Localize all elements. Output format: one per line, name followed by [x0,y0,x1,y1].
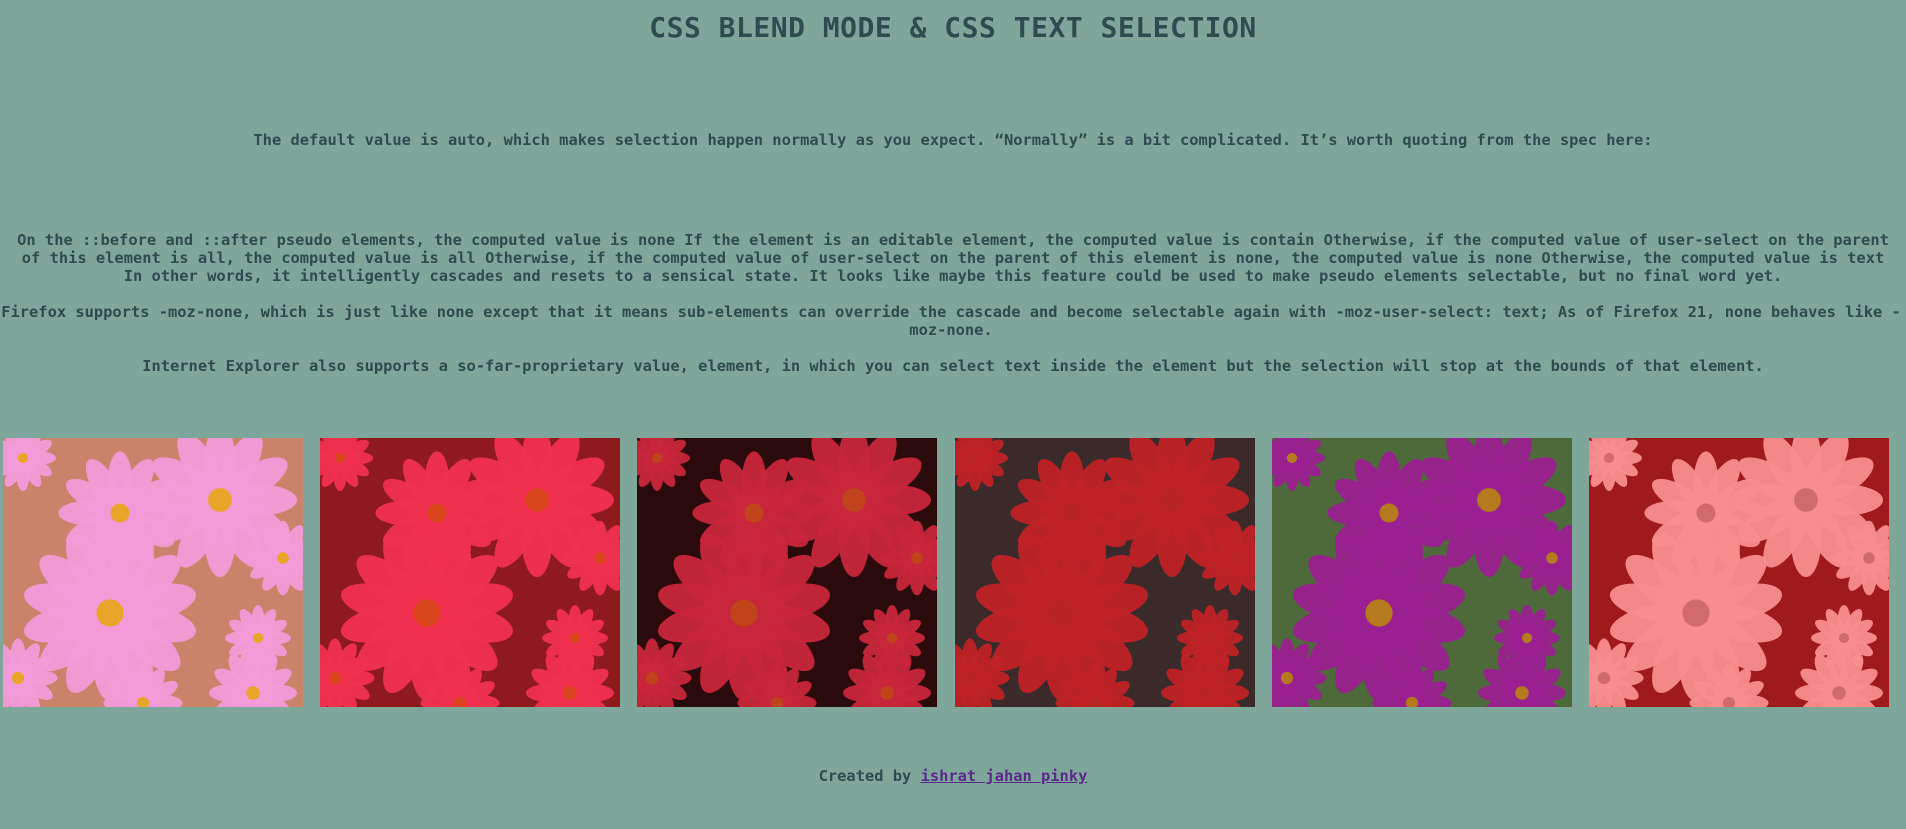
spec-quote-paragraph: On the ::before and ::after pseudo eleme… [17,231,1889,285]
page-title: CSS BLEND MODE & CSS TEXT SELECTION [649,11,1257,44]
blend-mode-gallery [3,438,1903,707]
flower-photo-screen [1589,438,1889,707]
flower-photo-exclusion [1272,438,1572,707]
intro-paragraph: The default value is auto, which makes s… [253,131,1653,149]
flower-image [320,438,620,707]
author-link[interactable]: ishrat jahan pinky [921,767,1088,785]
firefox-paragraph: Firefox supports -moz-none, which is jus… [1,303,1901,339]
ie-paragraph: Internet Explorer also supports a so-far… [142,357,1764,375]
footer-credit: Created by ishrat jahan pinky [0,766,1906,786]
flower-photo-color [955,438,1255,707]
flower-photo-normal [3,438,303,707]
flower-image [637,438,937,707]
flower-image [1589,438,1889,707]
flower-photo-darken [637,438,937,707]
footer-prefix: Created by [818,767,921,785]
flower-image [955,438,1255,707]
flower-image [3,438,303,707]
flower-photo-multiply [320,438,620,707]
flower-image [1272,438,1572,707]
